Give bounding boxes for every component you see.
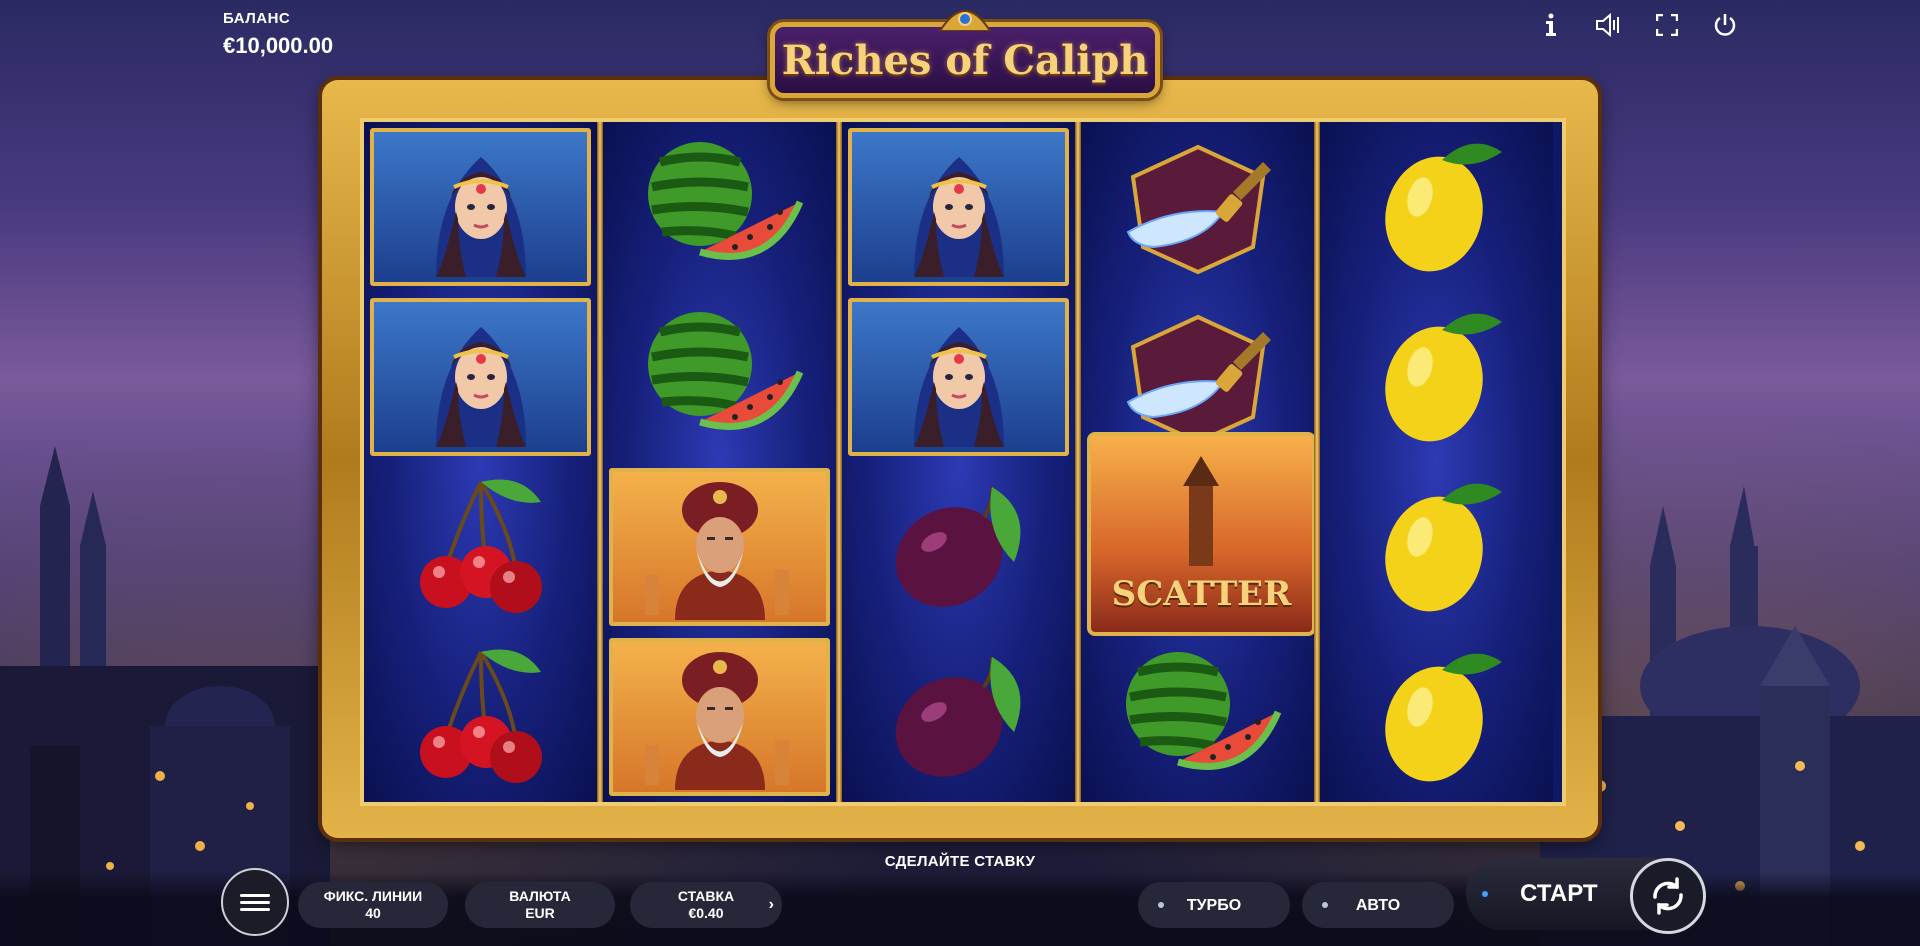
bet-button[interactable]: СТАВКА €0.40 › xyxy=(630,882,782,928)
reel-4: SCATTER xyxy=(1081,122,1316,802)
game-title: Riches of Caliph xyxy=(781,36,1149,84)
reel-1 xyxy=(364,122,597,802)
symbol-watermelon xyxy=(1081,632,1314,802)
symbol-princess xyxy=(364,292,597,462)
lemon-icon xyxy=(1384,143,1502,272)
spin-arrows-icon xyxy=(1653,877,1683,915)
dagger-icon xyxy=(1126,314,1271,445)
symbol-princess xyxy=(842,122,1075,292)
symbol-scatter: SCATTER xyxy=(1081,432,1316,636)
princess-icon xyxy=(913,157,1004,277)
watermelon-icon xyxy=(647,312,803,430)
symbol-dagger xyxy=(1081,122,1314,292)
city-skyline-left xyxy=(0,446,330,946)
chevron-right-icon: › xyxy=(768,896,774,913)
symbol-watermelon xyxy=(603,292,836,462)
info-icon[interactable] xyxy=(1536,10,1566,40)
bet-value: €0.40 xyxy=(688,905,724,921)
plum-icon xyxy=(895,486,1020,607)
turbo-button[interactable]: ТУРБО xyxy=(1138,882,1290,928)
reels-area: SCATTER xyxy=(360,118,1566,806)
reel-3 xyxy=(842,122,1075,802)
bet-label: СТАВКА xyxy=(677,888,735,904)
top-toolbar xyxy=(1536,10,1740,40)
caliph-icon xyxy=(644,651,789,790)
symbol-princess xyxy=(842,292,1075,462)
start-label: СТАРТ xyxy=(1520,880,1598,907)
tower-icon xyxy=(1183,456,1219,566)
symbol-plum xyxy=(842,462,1075,632)
hamburger-icon xyxy=(240,890,270,915)
start-indicator-dot xyxy=(1482,891,1488,897)
fullscreen-icon[interactable] xyxy=(1652,10,1682,40)
balance-display: БАЛАНС €10,000.00 xyxy=(223,10,333,59)
symbol-lemon xyxy=(1320,122,1553,292)
symbol-plum xyxy=(842,632,1075,802)
symbol-lemon xyxy=(1320,462,1553,632)
power-icon[interactable] xyxy=(1710,10,1740,40)
sound-icon[interactable] xyxy=(1594,10,1624,40)
currency-value: EUR xyxy=(525,905,555,921)
symbol-caliph xyxy=(603,462,836,632)
symbol-lemon xyxy=(1320,292,1553,462)
reel-5 xyxy=(1320,122,1553,802)
symbol-watermelon xyxy=(603,122,836,292)
menu-button[interactable] xyxy=(221,868,289,936)
watermelon-icon xyxy=(647,142,803,260)
scatter-label: SCATTER xyxy=(1111,574,1292,614)
balance-value: €10,000.00 xyxy=(223,33,334,58)
game-title-plaque: Riches of Caliph xyxy=(770,10,1160,98)
symbol-lemon xyxy=(1320,632,1553,802)
scatter-tile: SCATTER xyxy=(1087,432,1316,636)
spin-button[interactable] xyxy=(1630,858,1706,934)
symbol-cherries xyxy=(364,462,597,632)
currency-label: ВАЛЮТА xyxy=(509,888,571,904)
lemon-icon xyxy=(1384,483,1502,612)
currency-button[interactable]: ВАЛЮТА EUR xyxy=(465,882,615,928)
symbol-princess xyxy=(364,122,597,292)
lines-value: 40 xyxy=(365,905,381,921)
lemon-icon xyxy=(1384,653,1502,782)
auto-label: АВТО xyxy=(1355,896,1401,914)
auto-indicator-dot xyxy=(1322,902,1328,908)
cherries-icon xyxy=(419,479,542,613)
dagger-icon xyxy=(1126,144,1271,275)
symbol-caliph xyxy=(603,632,836,802)
symbol-cherries xyxy=(364,632,597,802)
balance-label: БАЛАНС xyxy=(223,10,291,27)
princess-icon xyxy=(913,327,1004,447)
caliph-icon xyxy=(644,481,789,620)
fixed-lines-button[interactable]: ФИКС. ЛИНИИ 40 xyxy=(298,882,448,928)
lines-label: ФИКС. ЛИНИИ xyxy=(323,888,423,904)
auto-button[interactable]: АВТО xyxy=(1302,882,1454,928)
reel-2 xyxy=(603,122,836,802)
princess-icon xyxy=(435,157,526,277)
cherries-icon xyxy=(419,649,542,783)
turbo-indicator-dot xyxy=(1158,902,1164,908)
crest-ornament-icon xyxy=(938,10,992,31)
princess-icon xyxy=(435,327,526,447)
plum-icon xyxy=(895,656,1020,777)
lemon-icon xyxy=(1384,313,1502,442)
turbo-label: ТУРБО xyxy=(1186,896,1242,914)
watermelon-icon xyxy=(1125,652,1281,770)
